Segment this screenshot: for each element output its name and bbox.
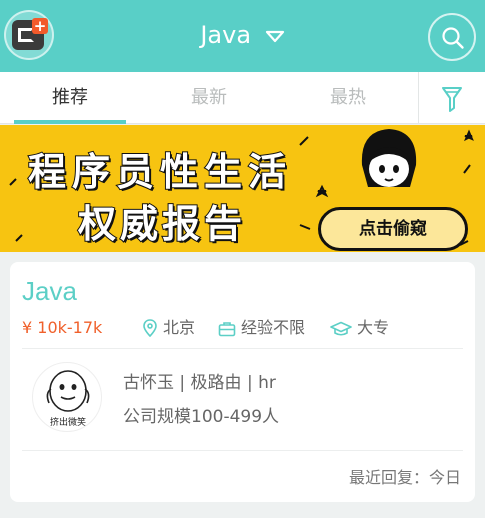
graduation-cap-icon: [330, 321, 352, 336]
education: 大专: [330, 316, 389, 340]
chevron-down-icon: [265, 19, 285, 53]
filter-icon: [442, 87, 462, 112]
banner-cta[interactable]: 点击偷窥: [318, 207, 468, 251]
cartoon-face-icon: [361, 129, 417, 187]
experience-text: 经验不限: [241, 318, 306, 337]
recruiter-info: 古怀玉 | 极路由 | hr: [123, 373, 276, 393]
active-tab-indicator: [14, 120, 126, 124]
last-reply: 最近回复：今日: [348, 468, 461, 487]
salary: ¥ 10k-17k: [22, 318, 103, 337]
page-title: Java: [200, 21, 252, 49]
job-card[interactable]: Java ¥ 10k-17k 北京 经验不限 大专 挤出微笑 古怀玉 | 极路由…: [10, 262, 475, 502]
banner-subheadline: 权威报告: [77, 201, 247, 247]
divider: [22, 348, 463, 349]
city-selector[interactable]: Java: [0, 18, 485, 53]
tab-divider: [418, 72, 419, 124]
filter-button[interactable]: [430, 84, 474, 114]
briefcase-icon: [218, 322, 236, 337]
top-bar: + Java: [0, 0, 485, 72]
job-title: Java: [22, 276, 77, 306]
tab-bar: 推荐 最新 最热: [0, 72, 485, 124]
avatar[interactable]: 挤出微笑: [32, 362, 102, 432]
tab-latest[interactable]: 最新: [139, 72, 279, 124]
banner-headline: 程序员性生活: [27, 149, 293, 195]
location: 北京: [142, 316, 195, 340]
tab-recommended[interactable]: 推荐: [0, 72, 140, 124]
search-button[interactable]: [428, 13, 476, 61]
location-pin-icon: [143, 319, 157, 338]
promo-banner[interactable]: 程序员性生活 权威报告 点击偷窥: [0, 125, 485, 252]
location-text: 北京: [163, 318, 196, 337]
education-text: 大专: [357, 318, 390, 337]
cartoon-avatar-icon: [46, 370, 90, 412]
company-size: 公司规模100-499人: [123, 407, 280, 427]
experience: 经验不限: [218, 316, 305, 340]
avatar-caption: 挤出微笑: [49, 418, 86, 428]
divider: [22, 450, 463, 451]
search-icon: [442, 27, 464, 49]
tab-hottest[interactable]: 最热: [278, 72, 418, 124]
